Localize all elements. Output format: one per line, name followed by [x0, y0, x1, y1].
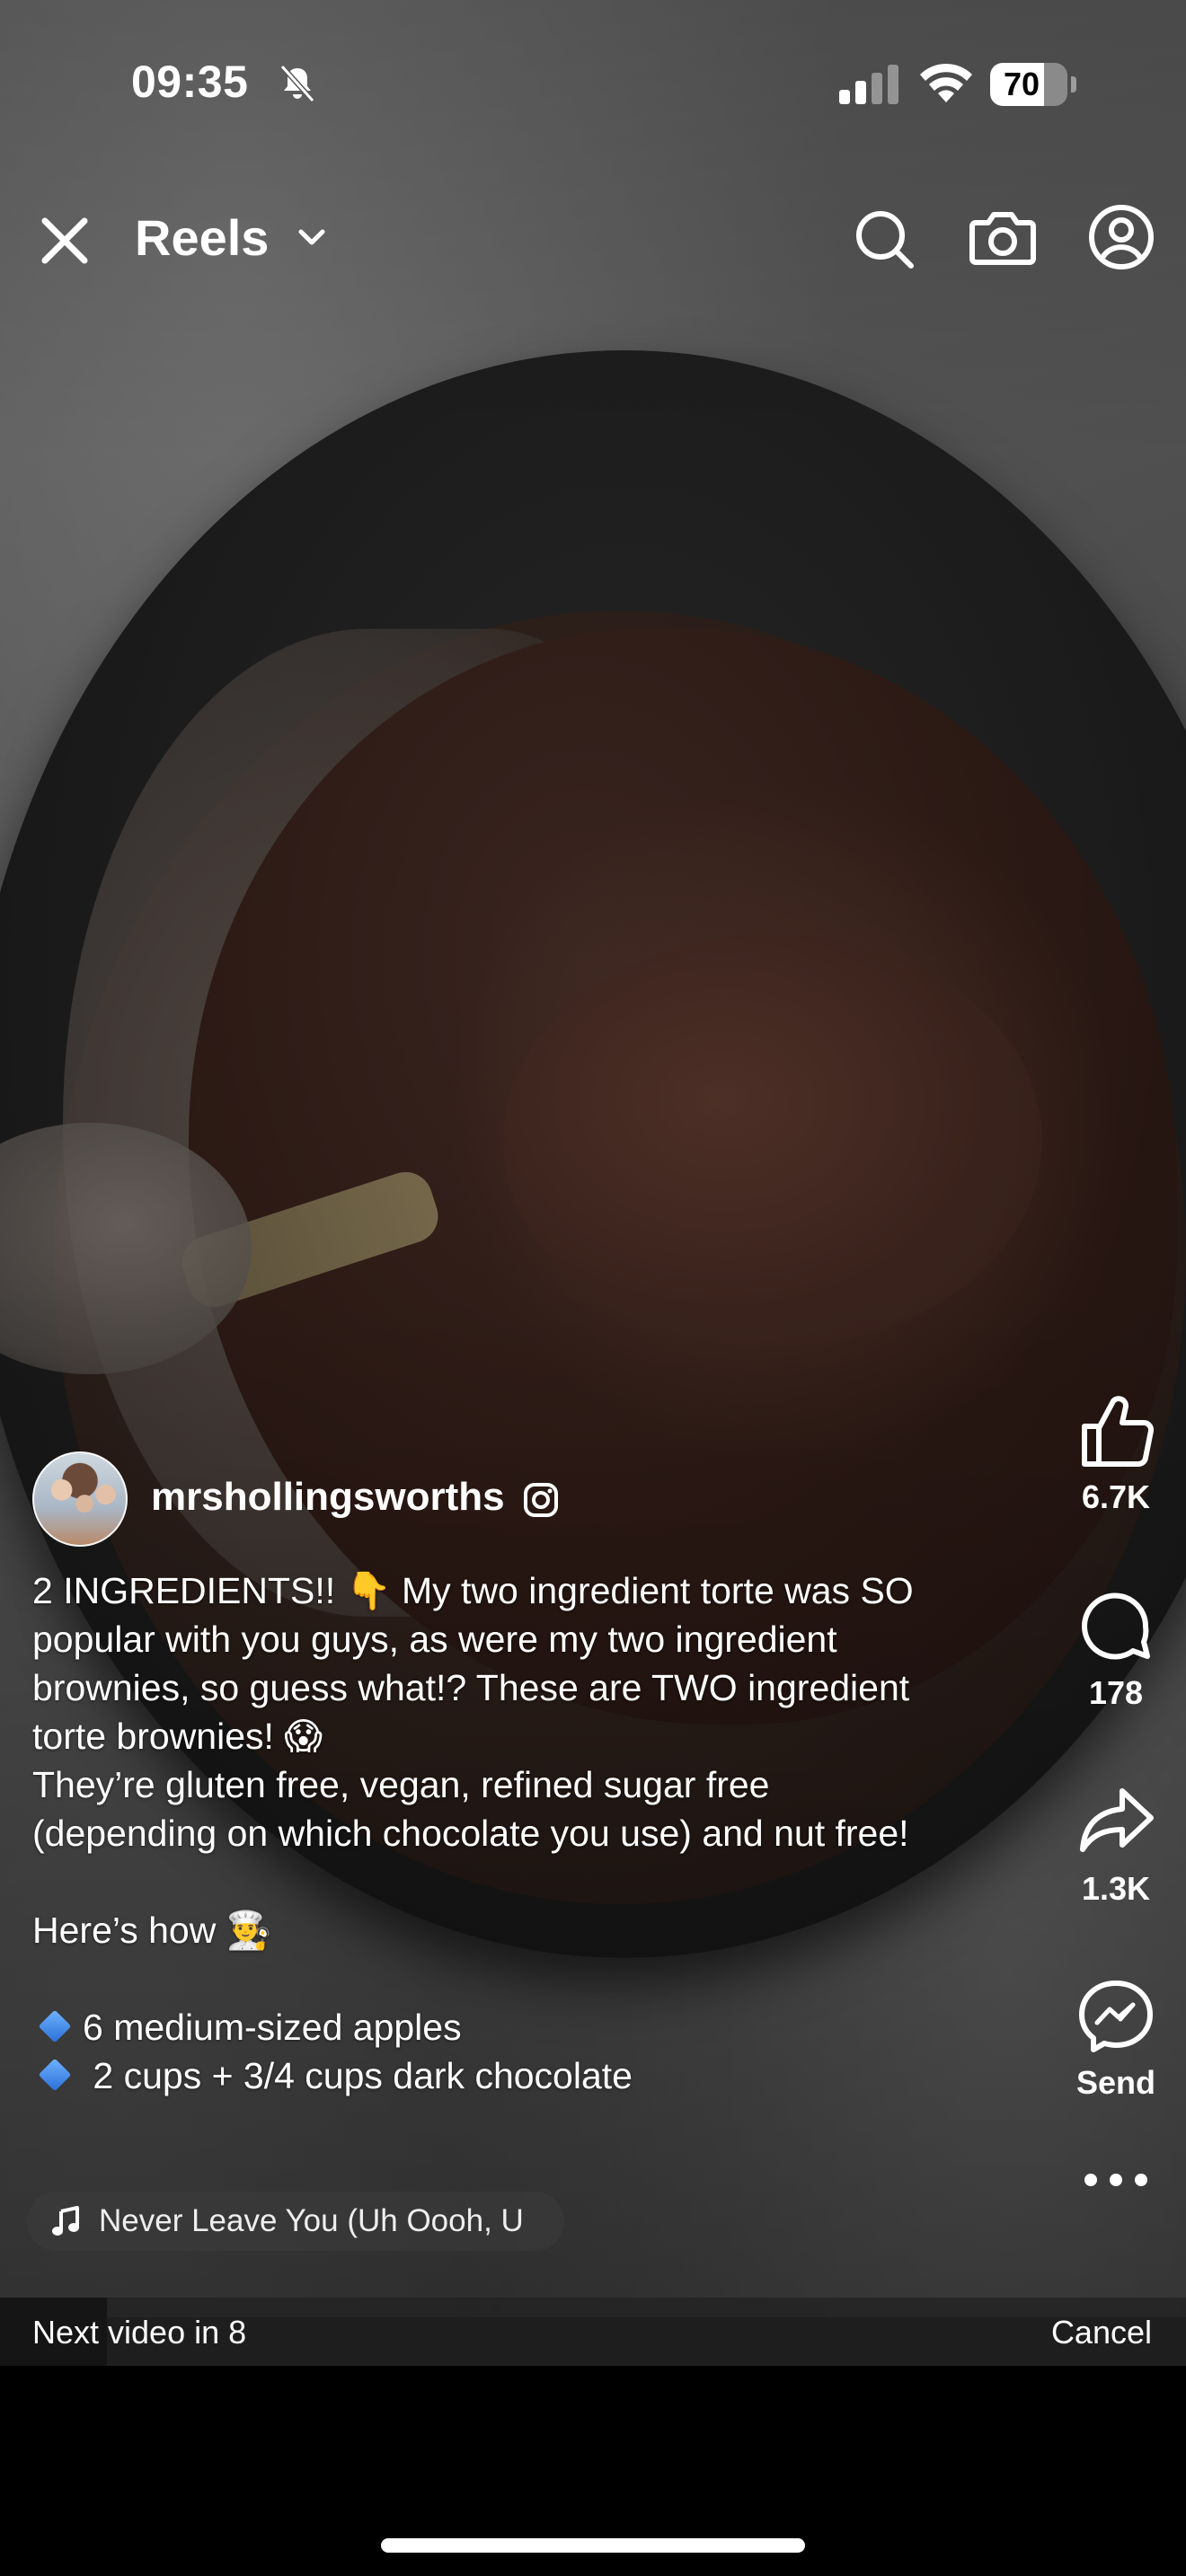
like-count: 6.7K [1081, 1478, 1151, 1515]
blue-diamond-icon [38, 2058, 72, 2092]
music-note-icon [52, 2206, 79, 2236]
caption-line: They’re gluten free, vegan, refined suga… [32, 1764, 770, 1805]
comment-icon [1082, 1592, 1150, 1660]
battery-tip [1071, 76, 1076, 93]
chevron-down-icon[interactable] [296, 226, 327, 250]
caption-line: torte brownies! 😱 [32, 1716, 323, 1757]
music-track-pill[interactable]: Never Leave You (Uh Oooh, U [27, 2192, 564, 2251]
caption-line: popular with you guys, as were my two in… [32, 1619, 837, 1660]
home-indicator[interactable] [381, 2538, 805, 2553]
share-icon [1080, 1788, 1154, 1852]
next-video-bar: Next video in 8 Cancel [0, 2298, 1186, 2366]
more-dot [1084, 2174, 1097, 2186]
next-video-countdown: Next video in 8 [32, 2314, 247, 2351]
comment-count: 178 [1088, 1674, 1144, 1711]
wifi-icon [920, 63, 972, 102]
battery-level: 70 [1003, 66, 1040, 102]
author-avatar[interactable] [32, 1451, 128, 1547]
blue-diamond-icon [38, 2009, 72, 2043]
like-button[interactable]: 6.7K [1062, 1390, 1170, 1516]
close-icon[interactable] [38, 214, 92, 268]
cancel-autoplay-button[interactable]: Cancel [1051, 2314, 1152, 2351]
battery-icon: 70 [990, 63, 1076, 106]
ingredient-line: 6 medium-sized apples [32, 2003, 1048, 2051]
post-caption[interactable]: 2 INGREDIENTS!! 👇 My two ingredient tort… [32, 1566, 1048, 2100]
caption-line: Here’s how 👨‍🍳 [32, 1910, 272, 1951]
ingredient-text: 6 medium-sized apples [83, 2007, 462, 2048]
camera-icon[interactable] [969, 205, 1037, 269]
music-track-title: Never Leave You (Uh Oooh, U [99, 2203, 524, 2238]
profile-icon[interactable] [1087, 203, 1155, 271]
send-label: Send [1075, 2064, 1155, 2101]
status-time: 09:35 [131, 57, 249, 107]
bell-slash-icon [279, 64, 315, 103]
caption-line: brownies, so guess what!? These are TWO … [32, 1667, 910, 1708]
search-icon[interactable] [852, 207, 916, 271]
reels-title[interactable]: Reels [135, 208, 269, 267]
reels-screen: 09:35 70 Reels 6.7K 178 1.3K Send mrshol… [0, 0, 1186, 2576]
messenger-icon [1079, 1981, 1153, 2052]
caption-line: (depending on which chocolate you use) a… [32, 1813, 909, 1854]
share-button[interactable]: 1.3K [1062, 1782, 1170, 1908]
signal-icon [839, 65, 898, 104]
send-button[interactable]: Send [1062, 1976, 1170, 2102]
share-count: 1.3K [1081, 1870, 1151, 1907]
more-dot [1135, 2174, 1147, 2186]
more-options-button[interactable] [1069, 2174, 1163, 2210]
ingredient-line: 2 cups + 3/4 cups dark chocolate [32, 2051, 1048, 2100]
instagram-icon [524, 1483, 558, 1517]
caption-line: 2 INGREDIENTS!! 👇 My two ingredient tort… [32, 1570, 914, 1611]
comment-button[interactable]: 178 [1062, 1586, 1170, 1712]
ingredient-text: 2 cups + 3/4 cups dark chocolate [83, 2055, 633, 2096]
thumbs-up-icon [1082, 1396, 1155, 1468]
author-username[interactable]: mrshollingsworths [151, 1475, 505, 1520]
more-dot [1110, 2174, 1122, 2186]
